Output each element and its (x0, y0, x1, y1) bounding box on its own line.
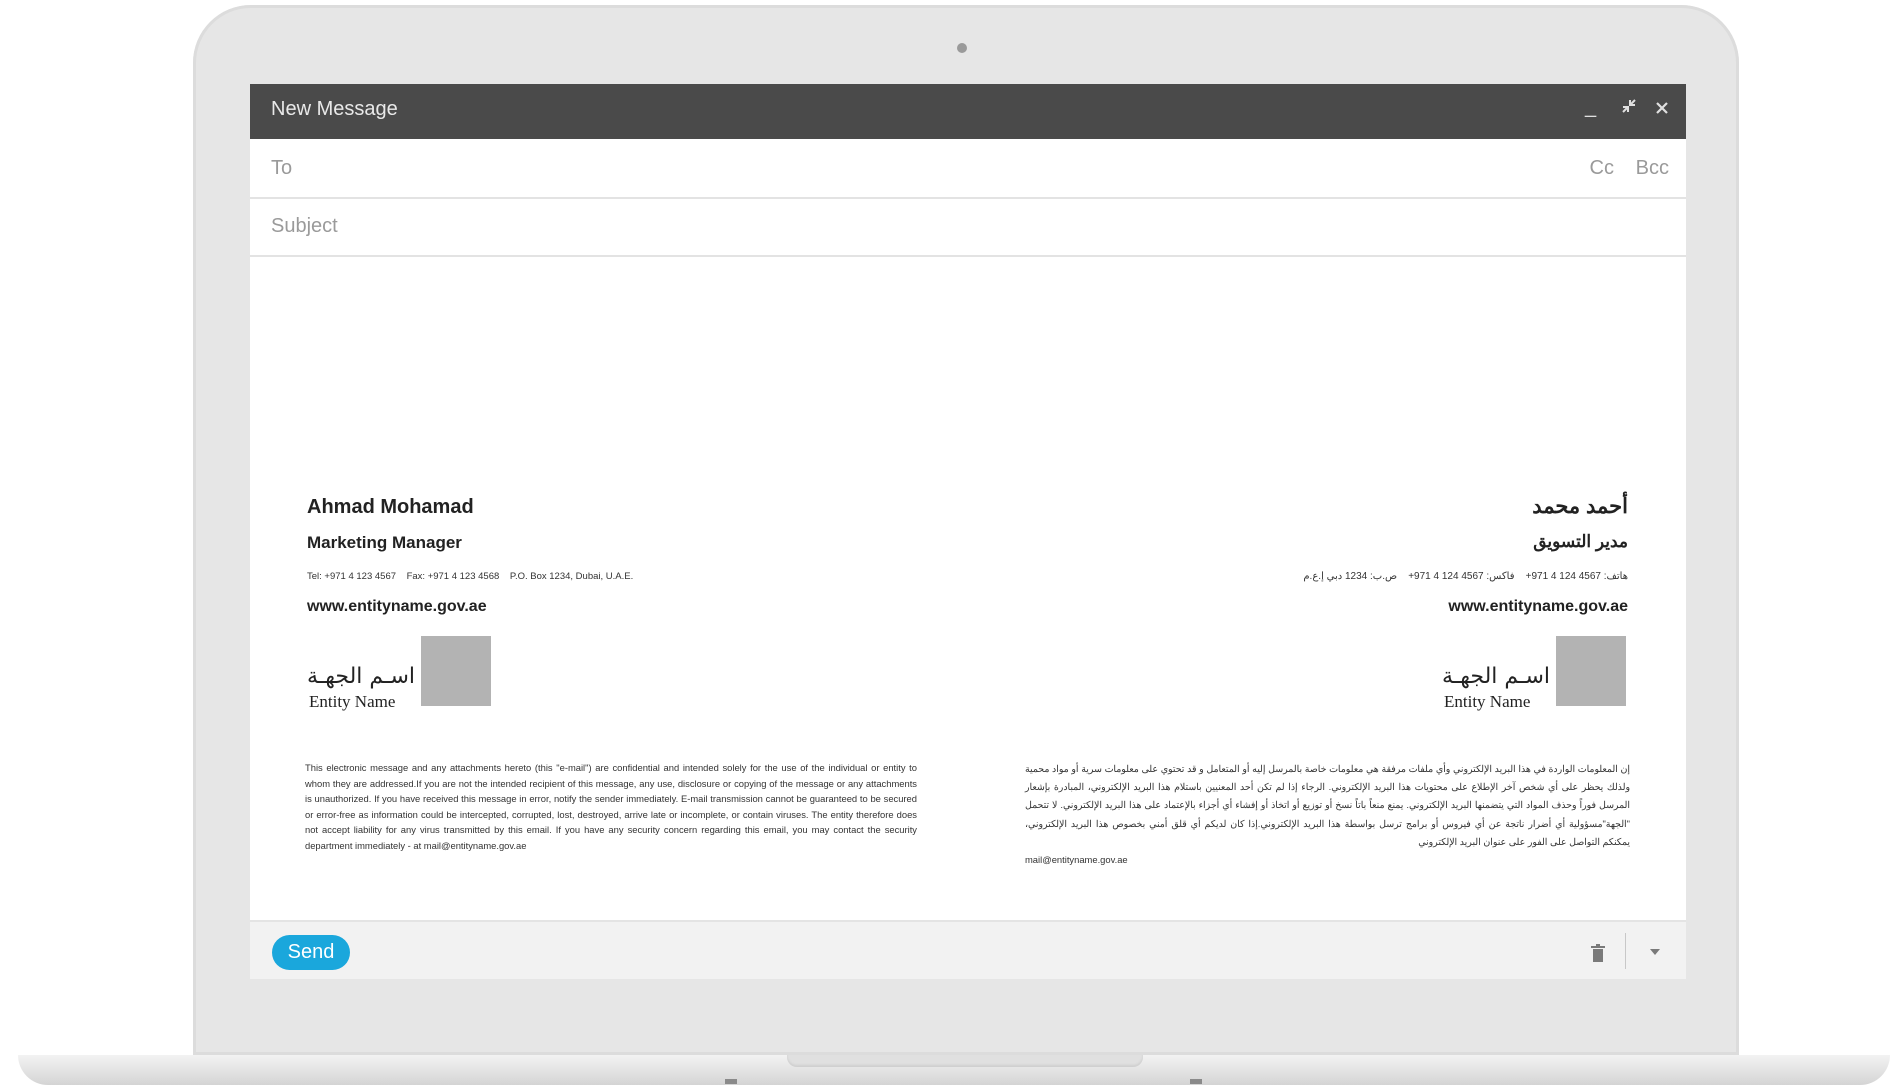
entity-name-ar-right: اسـم الجهـة (1442, 664, 1551, 689)
minimize-button[interactable]: _ (1585, 94, 1596, 120)
signature-fax-en: Fax: +971 4 123 4568 (406, 571, 500, 582)
subject-field[interactable]: Subject (250, 199, 1686, 257)
signature-pobox-ar: ص.ب: 1234 دبي إ.ع.م (1303, 571, 1398, 582)
send-button[interactable]: Send (272, 935, 350, 970)
signature-contact-ar: هاتف: 4567 124 4 971+ فاكس: 4567 124 4 9… (1303, 571, 1628, 582)
laptop-notch (787, 1055, 1143, 1067)
message-body[interactable]: Ahmad Mohamad Marketing Manager Tel: +97… (250, 256, 1686, 908)
signature-contact-en: Tel: +971 4 123 4567 Fax: +971 4 123 456… (307, 571, 633, 582)
signature-url-en[interactable]: www.entityname.gov.ae (307, 598, 487, 616)
signature-fax-ar: فاكس: 4567 124 4 971+ (1408, 571, 1515, 582)
window-title: New Message (271, 98, 398, 120)
signature-name-ar: أحمد محمد (1532, 495, 1628, 518)
title-bar: New Message _ (250, 84, 1686, 139)
expand-icon (1622, 99, 1636, 113)
logo-placeholder-left (421, 636, 491, 706)
bcc-button[interactable]: Bcc (1636, 157, 1669, 180)
disclaimer-en: This electronic message and any attachme… (305, 762, 917, 851)
disclaimer-ar: إن المعلومات الواردة في هذا البريد الإلك… (1025, 760, 1630, 869)
signature-url-ar[interactable]: www.entityname.gov.ae (1448, 598, 1628, 616)
compose-footer: Send (250, 920, 1686, 979)
compose-window: New Message _ To Cc Bcc Subject Ahmad Mo… (250, 84, 1686, 979)
to-label: To (271, 157, 293, 179)
laptop-foot (1190, 1079, 1202, 1084)
cc-button[interactable]: Cc (1590, 157, 1614, 180)
close-icon (1656, 102, 1668, 114)
camera-dot (957, 43, 967, 53)
entity-name-en-left: Entity Name (309, 692, 396, 711)
chevron-down-icon[interactable] (1648, 944, 1662, 955)
close-button[interactable] (1655, 96, 1669, 122)
entity-name-ar-left: اسـم الجهـة (307, 664, 416, 689)
to-field[interactable]: To Cc Bcc (250, 141, 1686, 199)
subject-label: Subject (271, 215, 338, 237)
footer-divider (1625, 933, 1626, 969)
signature-tel-en: Tel: +971 4 123 4567 (307, 571, 397, 582)
logo-placeholder-right (1556, 636, 1626, 706)
signature-tel-ar: هاتف: 4567 124 4 971+ (1525, 571, 1628, 582)
signature-name-en: Ahmad Mohamad (307, 496, 474, 518)
signature-pobox-en: P.O. Box 1234, Dubai, U.A.E. (509, 571, 634, 582)
signature-title-ar: مدير التسويق (1533, 532, 1628, 551)
disclaimer-ar-text: إن المعلومات الواردة في هذا البريد الإلك… (1025, 763, 1630, 847)
signature-title-en: Marketing Manager (307, 533, 462, 552)
entity-name-en-right: Entity Name (1444, 692, 1531, 711)
expand-button[interactable] (1620, 96, 1638, 122)
laptop-foot (725, 1079, 737, 1084)
disclaimer-ar-email[interactable]: mail@entityname.gov.ae (1025, 851, 1630, 869)
trash-icon[interactable] (1590, 944, 1606, 962)
